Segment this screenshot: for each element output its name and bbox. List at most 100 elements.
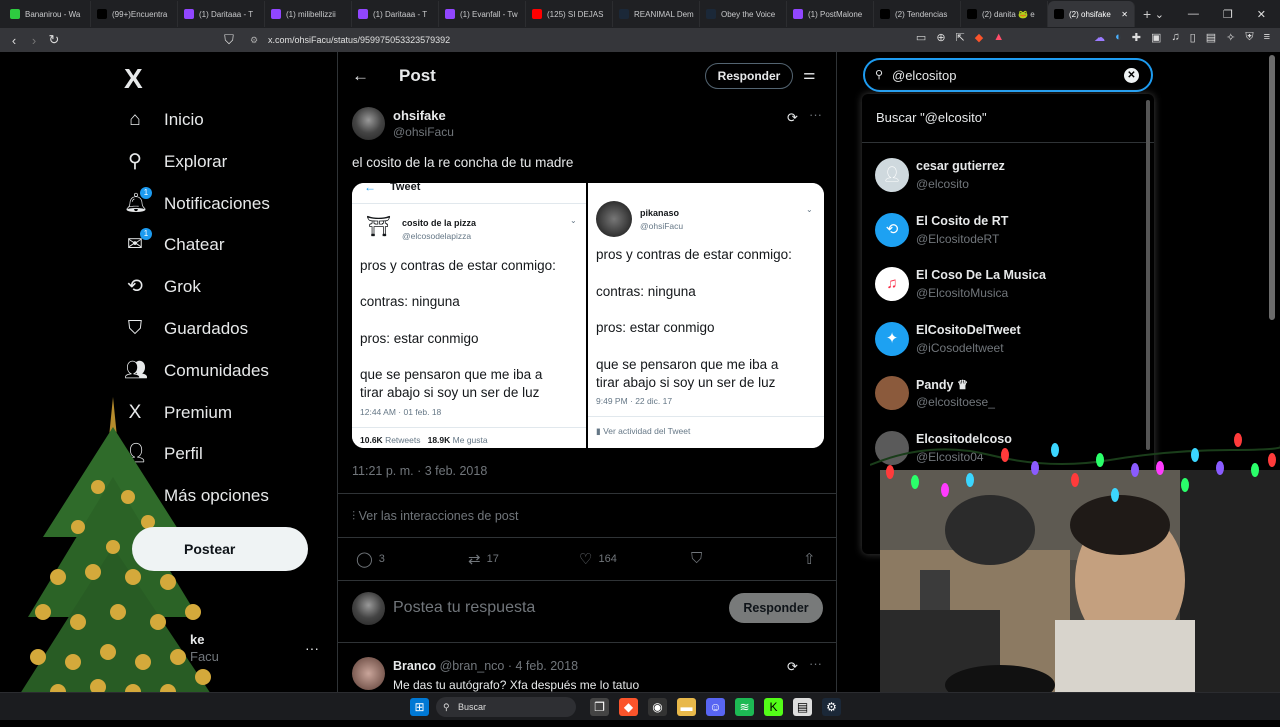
page-scrollbar[interactable]: [1269, 55, 1275, 320]
forward-arrow-icon[interactable]: ›: [24, 33, 44, 48]
obs-icon[interactable]: ◉: [648, 698, 667, 716]
like-action[interactable]: ♡ 164: [579, 550, 617, 568]
windows-start-icon[interactable]: ⊞: [410, 698, 429, 716]
nav-item-inicio[interactable]: ⌂ Inicio: [124, 109, 204, 131]
spotify-icon[interactable]: ≋: [735, 698, 754, 716]
x-logo[interactable]: X: [124, 63, 143, 95]
media-left-line-4: que se pensaron que me iba a tirar abajo…: [360, 367, 543, 400]
interactions-link[interactable]: ⫶ Ver las interacciones de post: [352, 509, 518, 524]
browser-tab[interactable]: Obey the Voice: [700, 1, 787, 27]
wallet-icon[interactable]: ▤: [1206, 31, 1216, 44]
search-input[interactable]: ⚲ @elcositop ✕: [863, 58, 1153, 92]
grok-icon[interactable]: ⟳: [787, 659, 798, 675]
leo-icon[interactable]: ✧: [1226, 31, 1235, 44]
suggestion-name: Pandy ♛: [916, 378, 969, 392]
post-button[interactable]: Postear: [132, 527, 308, 571]
brave-rewards-icon[interactable]: ▲: [993, 31, 1004, 44]
filter-icon[interactable]: ⚌: [803, 66, 816, 83]
search-suggestion[interactable]: 👤︎ cesar gutierrez @elcosito: [862, 148, 1154, 202]
minimize-icon[interactable]: —: [1188, 8, 1199, 20]
browser-tab[interactable]: (2) ohsifake ✕: [1048, 1, 1135, 27]
share-action[interactable]: ⇧: [803, 550, 816, 568]
grok-icon[interactable]: ⟳: [787, 110, 798, 126]
account-switcher[interactable]: ke Facu: [170, 632, 219, 664]
tab-search-icon[interactable]: ⌄: [1155, 8, 1164, 21]
reply-author[interactable]: Branco @bran_nco · 4 feb. 2018: [393, 659, 578, 673]
clear-search-icon[interactable]: ✕: [1124, 68, 1139, 83]
reply-button[interactable]: Responder: [729, 593, 823, 623]
discord-icon[interactable]: ☺: [706, 698, 725, 716]
back-arrow-icon[interactable]: ‹: [4, 33, 24, 48]
notepad-icon[interactable]: ▤: [793, 698, 812, 716]
browser-tab[interactable]: (99+)Encuentra: [91, 1, 178, 27]
reply-input[interactable]: Postea tu respuesta: [393, 599, 535, 617]
nav-item-grok[interactable]: ⟲ Grok: [124, 276, 201, 298]
taskbar-search[interactable]: ⚲ Buscar: [436, 697, 576, 717]
media-right-line-4: que se pensaron que me iba a tirar abajo…: [596, 357, 779, 390]
tweet-timestamp[interactable]: 11:21 p. m. · 3 feb. 2018: [352, 464, 487, 478]
nav-item-guardados[interactable]: ⛉ Guardados: [124, 318, 248, 340]
nav-item-notificaciones[interactable]: 🔔︎ 1 Notificaciones: [124, 187, 270, 215]
task-view-icon[interactable]: ❐: [590, 698, 609, 716]
maximize-icon[interactable]: ❐: [1223, 8, 1233, 21]
retweet-action[interactable]: ⇄ 17: [468, 550, 499, 568]
share-icon[interactable]: ⇱: [956, 31, 965, 44]
back-arrow-icon[interactable]: ←: [352, 66, 369, 86]
browser-tab[interactable]: (1) Daritaaa - T: [352, 1, 439, 27]
browser-tab[interactable]: (1) PostMalone: [787, 1, 874, 27]
browser-tab[interactable]: (1) Daritaaa - T: [178, 1, 265, 27]
media-icon[interactable]: ♫: [1171, 31, 1179, 44]
tab-label: (99+)Encuentra: [112, 9, 168, 19]
tab-favicon-icon: [10, 9, 20, 19]
browser-tab[interactable]: REANIMAL Dem: [613, 1, 700, 27]
avatar[interactable]: [352, 107, 385, 140]
nav-label: Inicio: [164, 110, 204, 129]
extension-3-icon[interactable]: ▣: [1151, 31, 1161, 44]
close-tab-icon[interactable]: ✕: [1121, 10, 1128, 19]
browser-tab[interactable]: (2) Tendencias: [874, 1, 961, 27]
search-suggestion[interactable]: ✦ ElCositoDelTweet @iCosodeltweet: [862, 312, 1154, 366]
kick-icon[interactable]: K: [764, 698, 783, 716]
brave-shield-icon[interactable]: ◆: [975, 31, 983, 44]
sidebar-icon[interactable]: ▯: [1190, 31, 1196, 44]
nav-item-chatear[interactable]: ✉ 1 Chatear: [124, 228, 224, 256]
tweet-media[interactable]: ← Tweet ⛩ cosito de la pizza @elcosodela…: [352, 183, 824, 448]
new-tab-button[interactable]: +: [1143, 6, 1151, 22]
reply-action[interactable]: ◯ 3: [356, 550, 385, 568]
steam-icon[interactable]: ⚙: [822, 698, 841, 716]
extensions-icon[interactable]: ✚: [1132, 31, 1141, 44]
extension-1-icon[interactable]: ☁: [1094, 31, 1105, 44]
vpn-icon[interactable]: ⛨: [1245, 31, 1253, 44]
browser-tab[interactable]: (1) Evanfall - Tw: [439, 1, 526, 27]
tweet-author-name[interactable]: ohsifake: [393, 108, 446, 123]
browser-tab[interactable]: (125) SI DEJAS: [526, 1, 613, 27]
cast-icon[interactable]: ▭: [916, 31, 926, 44]
file-explorer-icon[interactable]: ▬: [677, 698, 696, 716]
avatar[interactable]: [352, 657, 385, 690]
header-reply-button[interactable]: Responder: [705, 63, 793, 89]
dropdown-scrollbar[interactable]: [1146, 100, 1150, 450]
browser-tab[interactable]: (1) milibellizzii: [265, 1, 352, 27]
search-query-option[interactable]: Buscar "@elcosito": [876, 110, 987, 125]
bookmark-action[interactable]: ⛉: [691, 550, 702, 567]
search-suggestion[interactable]: Pandy ♛ @elcositoese_: [862, 366, 1154, 420]
extension-2-icon[interactable]: ◐: [1115, 31, 1122, 44]
nav-item-explorar[interactable]: ⚲ Explorar: [124, 151, 227, 173]
account-more-icon[interactable]: ···: [305, 640, 319, 656]
browser-tab[interactable]: (2) danita 🐸 e: [961, 1, 1048, 27]
search-suggestion[interactable]: ⟲ El Cosito de RT @ElcositodeRT: [862, 203, 1154, 257]
url-field[interactable]: ⚙ x.com/ohsiFacu/status/9599750533235793…: [248, 31, 968, 49]
brave-icon[interactable]: ◆: [619, 698, 638, 716]
more-options-icon[interactable]: ···: [809, 656, 822, 671]
bookmark-icon[interactable]: ⛉: [219, 32, 239, 48]
menu-icon[interactable]: ≡: [1264, 31, 1270, 44]
browser-tab[interactable]: Bananirou - Wa: [4, 1, 91, 27]
reload-icon[interactable]: ↻: [44, 32, 64, 48]
tweet-author-handle[interactable]: @ohsiFacu: [393, 125, 454, 139]
more-options-icon[interactable]: ···: [809, 107, 822, 122]
nav-item-comunidades[interactable]: 👥︎ Comunidades: [124, 360, 269, 382]
zoom-icon[interactable]: ⊕: [936, 31, 945, 44]
close-window-icon[interactable]: ✕: [1257, 8, 1266, 21]
site-info-icon[interactable]: ⚙: [250, 31, 258, 49]
search-suggestion[interactable]: ♫ El Coso De La Musica @ElcositoMusica: [862, 257, 1154, 311]
